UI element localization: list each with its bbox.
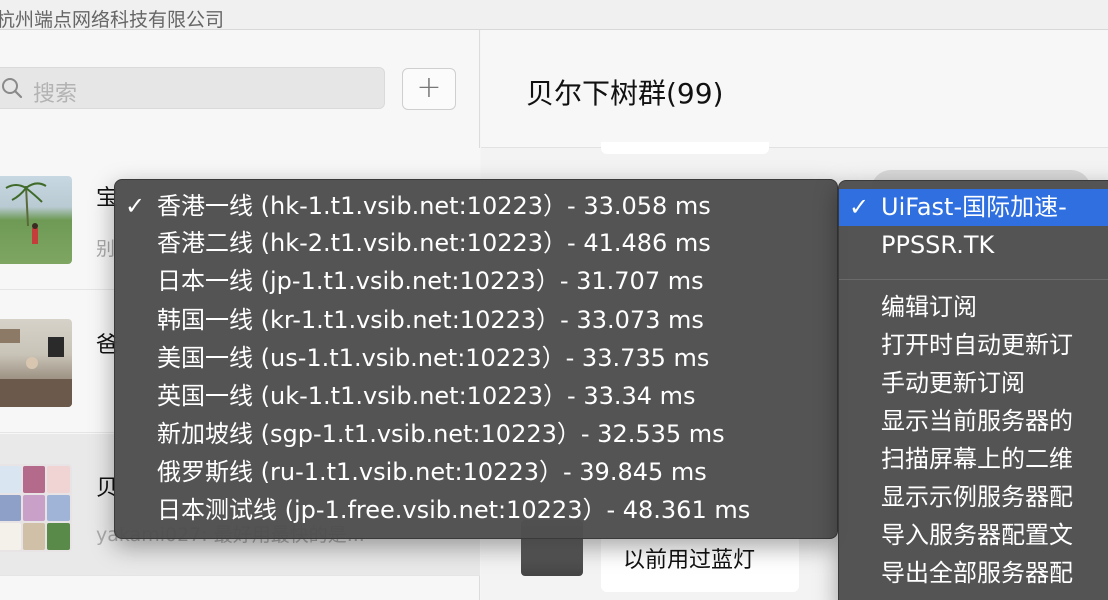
room-photo [0,329,72,407]
top-bar: 杭州端点网络科技有限公司 [0,0,1108,31]
menu-item-edit-subscription[interactable]: 编辑订阅 [839,289,1108,326]
menu-item-server[interactable]: 美国一线 (us-1.t1.vsib.net:10223）- 33.735 ms [115,340,837,377]
conversation-title: 贝尔下树群(99) [526,77,724,110]
palm-tree-photo [5,182,47,244]
menu-item-server[interactable]: 新加坡线 (sgp-1.t1.vsib.net:10223）- 32.535 m… [115,416,837,453]
menu-item-scan-qr[interactable]: 扫描屏幕上的二维 [839,441,1108,478]
menu-item-server[interactable]: 日本测试线 (jp-1.free.vsib.net:10223）- 48.361… [115,492,837,529]
checkmark-icon: ✓ [125,192,146,220]
conversation-header: 贝尔下树群(99) [481,30,1108,148]
search-placeholder: 搜索 [33,82,78,107]
menu-item-manual-update[interactable]: 手动更新订阅 [839,365,1108,402]
menu-item-server[interactable]: 英国一线 (uk-1.t1.vsib.net:10223）- 33.34 ms [115,378,837,415]
menu-item-subscription-selected[interactable]: ✓ UiFast-国际加速- [839,189,1108,226]
menu-separator [839,279,1108,280]
avatar [0,319,72,407]
chat-preview: 别 [96,238,116,260]
menu-item-server[interactable]: 韩国一线 (kr-1.t1.vsib.net:10223）- 33.073 ms [115,302,837,339]
menu-item-import-config[interactable]: 导入服务器配置文 [839,517,1108,554]
search-input[interactable]: 搜索 [0,67,385,109]
menu-item-show-current-server[interactable]: 显示当前服务器的 [839,403,1108,440]
menu-item-show-example[interactable]: 显示示例服务器配 [839,479,1108,516]
menu-item-server[interactable]: ✓ 香港一线 (hk-1.t1.vsib.net:10223）- 33.058 … [115,188,837,225]
subscription-menu: ✓ UiFast-国际加速- PPSSR.TK 编辑订阅 打开时自动更新订 手动… [838,180,1108,600]
checkmark-icon: ✓ [849,193,870,221]
menu-item-server[interactable]: 俄罗斯线 (ru-1.t1.vsib.net:10223）- 39.845 ms [115,454,837,491]
menu-item-server[interactable]: 日本一线 (jp-1.t1.vsib.net:10223）- 31.707 ms [115,263,837,300]
menu-item-auto-update[interactable]: 打开时自动更新订 [839,327,1108,364]
search-icon [2,78,23,99]
message-text: 以前用过蓝灯 [623,548,756,573]
menu-item-export-config[interactable]: 导出全部服务器配 [839,555,1108,592]
server-list-menu: ✓ 香港一线 (hk-1.t1.vsib.net:10223）- 33.058 … [114,179,838,539]
window-title: 杭州端点网络科技有限公司 [0,9,225,31]
message-bubble [601,142,769,154]
add-chat-button[interactable]: + [402,68,456,110]
menu-item-subscription[interactable]: PPSSR.TK [839,227,1108,264]
menu-item-server[interactable]: 香港二线 (hk-2.t1.vsib.net:10223）- 41.486 ms [115,225,837,262]
group-avatar [0,464,72,552]
avatar [0,176,72,264]
